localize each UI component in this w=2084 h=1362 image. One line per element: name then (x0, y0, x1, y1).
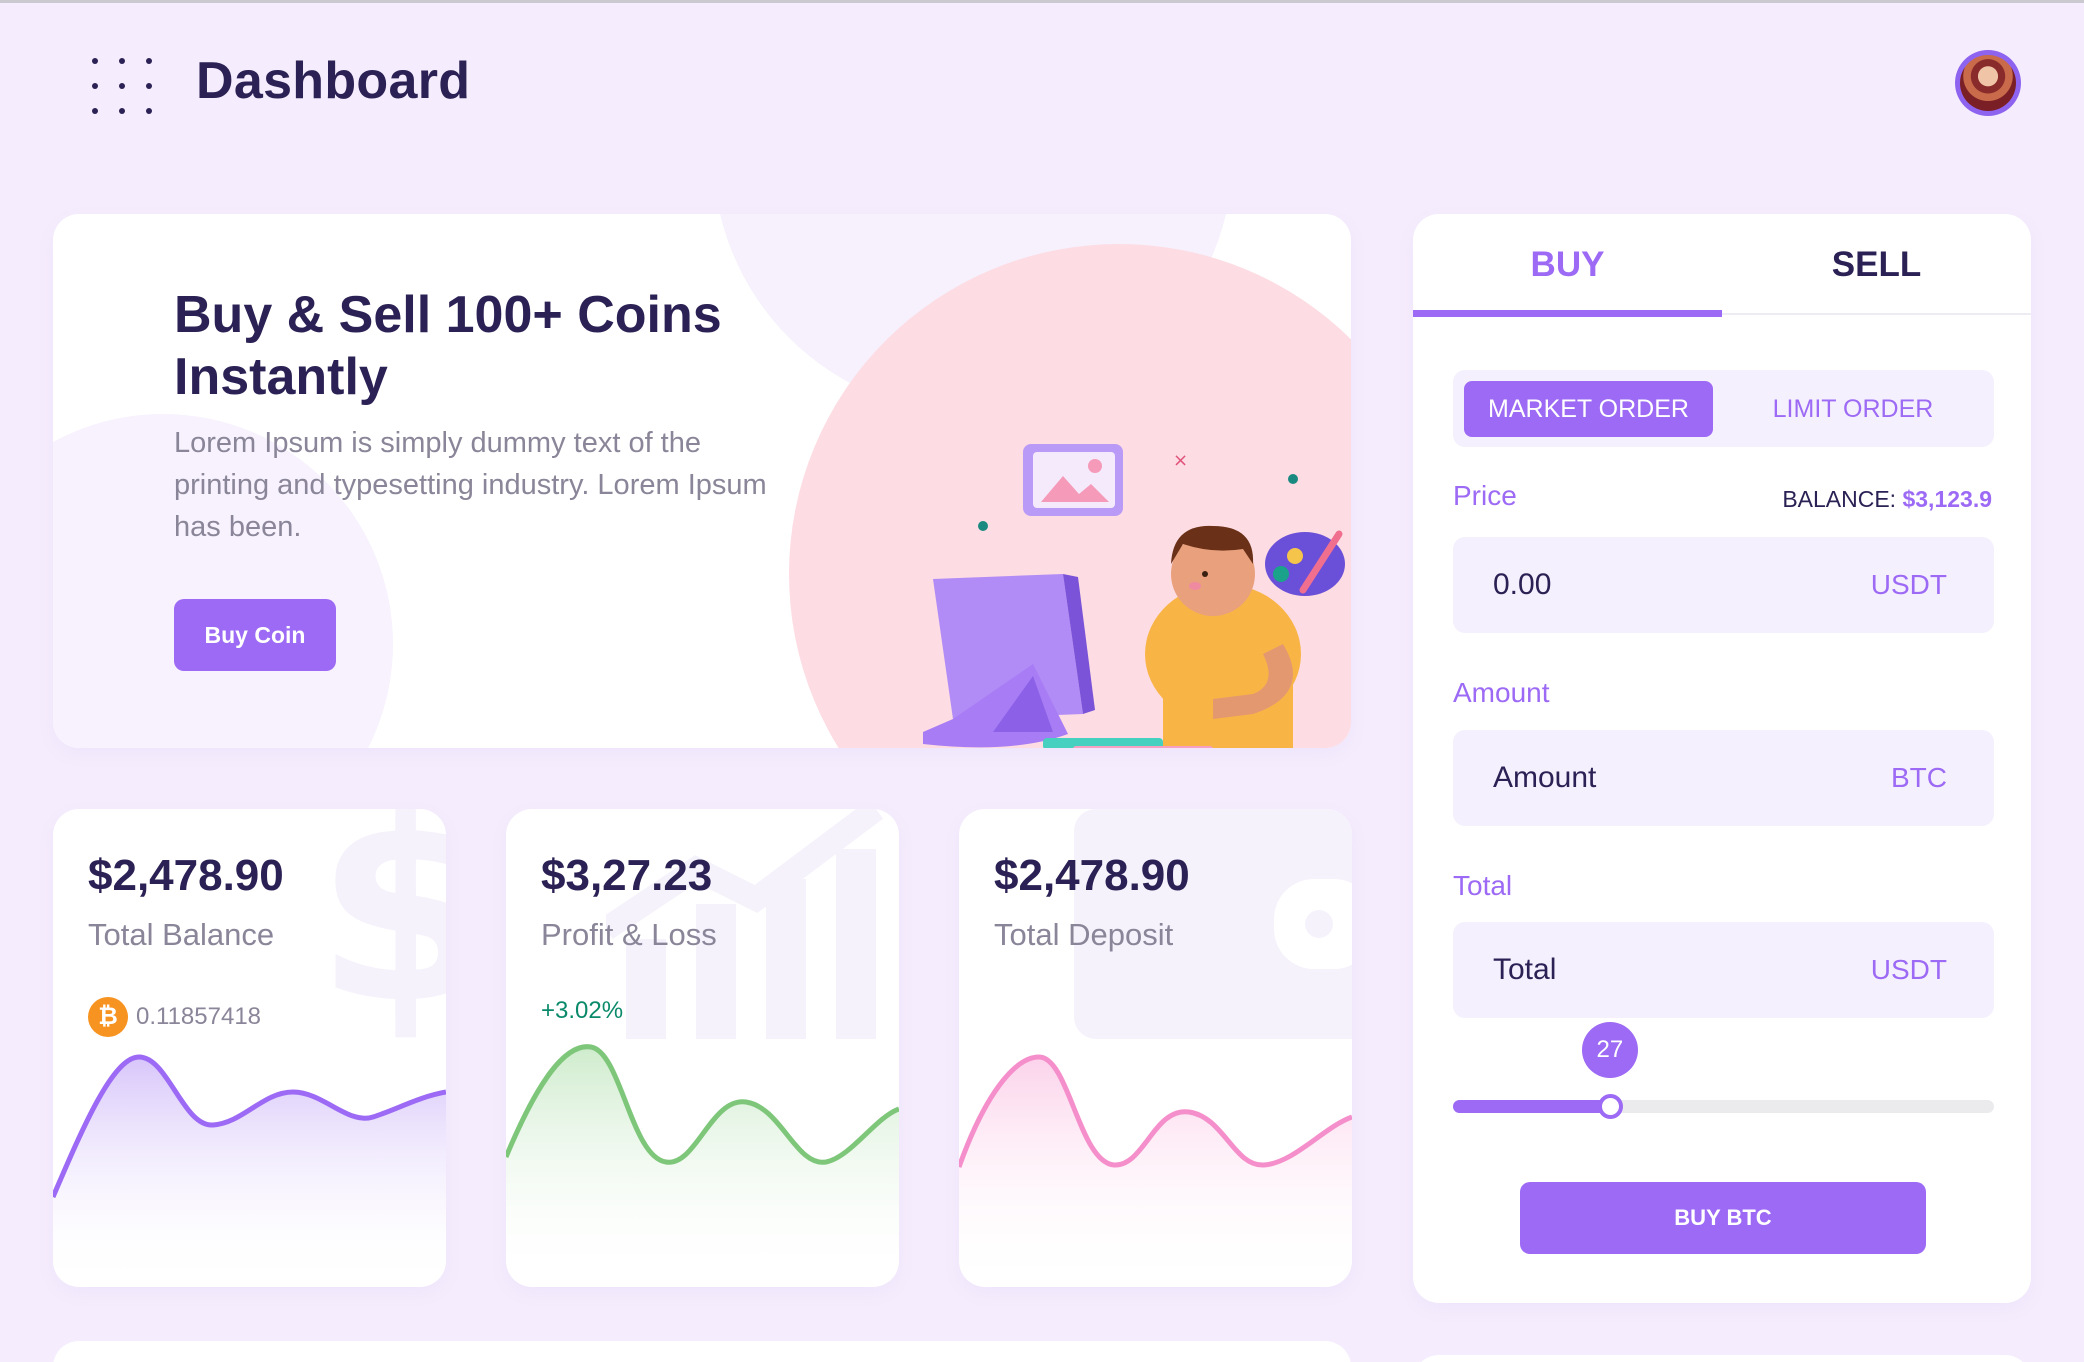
price-field[interactable]: 0.00 USDT (1453, 537, 1994, 633)
price-unit: USDT (1870, 569, 1947, 600)
total-label: Total (1453, 870, 1513, 901)
total-field[interactable]: Total USDT (1453, 922, 1994, 1018)
limit-order-button[interactable]: LIMIT ORDER (1723, 381, 1983, 437)
order-type-toggle: MARKET ORDER LIMIT ORDER (1453, 370, 1994, 447)
sparkline-chart-deposit (959, 1054, 1352, 1287)
bottom-card (1413, 1355, 2031, 1362)
grid-dots-icon[interactable] (92, 58, 152, 114)
trade-panel: BUY SELL MARKET ORDER LIMIT ORDER Price … (1413, 214, 2031, 1303)
dollar-sign-icon: $ (315, 809, 446, 1039)
stat-card-profit-loss[interactable]: $3,27.23 Profit & Loss +3.02% (506, 809, 899, 1287)
balance-label: BALANCE: (1782, 486, 1897, 512)
person-at-computer-illustration: × (923, 444, 1345, 748)
amount-unit: BTC (1891, 762, 1947, 793)
amount-slider[interactable]: 27 (1453, 1022, 1994, 1119)
stat-label: Total Deposit (994, 917, 1174, 952)
amount-field[interactable]: Amount BTC (1453, 730, 1994, 826)
price-label: Price (1453, 480, 1517, 511)
balance-value: $3,123.9 (1902, 486, 1992, 512)
buy-btc-button[interactable]: BUY BTC (1520, 1182, 1926, 1254)
hero-banner: Buy & Sell 100+ Coins Instantly Lorem Ip… (53, 214, 1351, 748)
user-avatar[interactable] (1955, 50, 2021, 116)
market-order-button[interactable]: MARKET ORDER (1464, 381, 1713, 437)
stat-card-total-balance[interactable]: $ $2,478.90 Total Balance ₿ 0.11857418 (53, 809, 446, 1287)
svg-text:$: $ (315, 809, 446, 1039)
sparkline-chart-profit (506, 1044, 899, 1287)
balance-display: BALANCE: $3,123.9 (1782, 486, 1992, 513)
stat-value: $2,478.90 (994, 851, 1190, 900)
hero-description: Lorem Ipsum is simply dummy text of the … (174, 427, 767, 543)
amount-label: Amount (1453, 677, 1550, 708)
stat-label: Total Balance (88, 917, 275, 952)
total-unit: USDT (1870, 954, 1947, 985)
trade-tabs: BUY SELL (1413, 214, 2031, 317)
amount-value: Amount (1493, 761, 1597, 794)
tab-buy[interactable]: BUY (1413, 214, 1722, 317)
page-title: Dashboard (196, 52, 471, 110)
slider-thumb[interactable] (1597, 1094, 1623, 1119)
tab-sell[interactable]: SELL (1722, 214, 2031, 315)
sparkline-chart-balance (53, 1054, 446, 1287)
stat-label: Profit & Loss (541, 917, 717, 952)
hero-title: Buy & Sell 100+ Coins Instantly (174, 286, 722, 406)
svg-text:×: × (1173, 450, 1188, 471)
total-value: Total (1493, 953, 1557, 986)
buy-coin-button[interactable]: Buy Coin (174, 599, 336, 671)
slider-fill (1453, 1100, 1610, 1113)
stat-value: $3,27.23 (541, 851, 713, 900)
stat-card-total-deposit[interactable]: $2,478.90 Total Deposit (959, 809, 1352, 1287)
bottom-card (53, 1341, 1351, 1362)
stat-value: $2,478.90 (88, 851, 284, 900)
slider-value-bubble: 27 (1581, 1022, 1638, 1078)
price-value: 0.00 (1493, 568, 1552, 601)
